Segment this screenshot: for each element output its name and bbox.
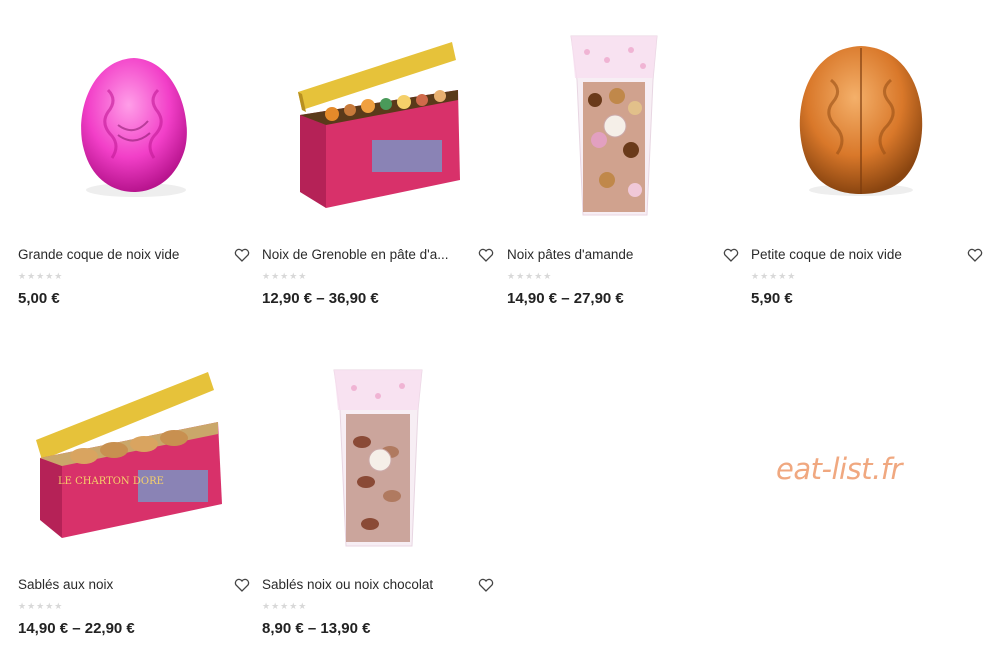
product-price: 14,90 € – 27,90 € xyxy=(507,290,624,307)
svg-text:LE CHARTON DORE: LE CHARTON DORE xyxy=(58,476,164,487)
rating-stars: ★★★★★ xyxy=(262,602,308,612)
heart-icon[interactable] xyxy=(234,578,250,592)
rating-stars: ★★★★★ xyxy=(18,602,64,612)
heart-icon[interactable] xyxy=(967,248,983,262)
product-title[interactable]: Noix pâtes d'amande xyxy=(507,247,633,262)
heart-icon[interactable] xyxy=(478,248,494,262)
product-card[interactable]: Sablés noix ou noix chocolat ★★★★★ 8,90 … xyxy=(262,352,494,637)
product-card[interactable]: Noix pâtes d'amande ★★★★★ 14,90 € – 27,9… xyxy=(507,22,739,307)
product-image[interactable] xyxy=(507,22,739,237)
rating-stars: ★★★★★ xyxy=(751,272,797,282)
pink-tin-box-open-icon xyxy=(298,41,460,208)
product-image[interactable] xyxy=(751,22,983,237)
cookie-bag-icon xyxy=(333,369,423,546)
product-image[interactable] xyxy=(18,22,250,237)
candy-bag-icon xyxy=(570,35,658,215)
product-price: 12,90 € – 36,90 € xyxy=(262,290,379,307)
product-title[interactable]: Sablés noix ou noix chocolat xyxy=(262,577,433,592)
product-title[interactable]: Petite coque de noix vide xyxy=(751,247,902,262)
product-title[interactable]: Grande coque de noix vide xyxy=(18,247,179,262)
heart-icon[interactable] xyxy=(478,578,494,592)
product-title[interactable]: Sablés aux noix xyxy=(18,577,113,592)
rating-stars: ★★★★★ xyxy=(262,272,308,282)
pink-walnut-shell-icon xyxy=(81,57,187,197)
pink-tin-box-cookies-icon: LE CHARTON DORE xyxy=(36,371,222,538)
watermark: eat-list.fr xyxy=(776,452,902,486)
product-price: 5,00 € xyxy=(18,290,60,307)
orange-walnut-shell-icon xyxy=(799,45,923,196)
product-card[interactable]: Petite coque de noix vide ★★★★★ 5,90 € xyxy=(751,22,983,307)
rating-stars: ★★★★★ xyxy=(18,272,64,282)
product-grid: Grande coque de noix vide ★★★★★ 5,00 € N… xyxy=(0,0,989,656)
heart-icon[interactable] xyxy=(234,248,250,262)
product-image[interactable] xyxy=(262,22,494,237)
product-card[interactable]: Grande coque de noix vide ★★★★★ 5,00 € xyxy=(18,22,250,307)
rating-stars: ★★★★★ xyxy=(507,272,553,282)
product-image[interactable] xyxy=(262,352,494,567)
product-image[interactable]: LE CHARTON DORE xyxy=(18,352,250,567)
product-price: 5,90 € xyxy=(751,290,793,307)
product-card[interactable]: Noix de Grenoble en pâte d'a... ★★★★★ 12… xyxy=(262,22,494,307)
product-price: 14,90 € – 22,90 € xyxy=(18,620,135,637)
product-card[interactable]: LE CHARTON DORE Sablés aux noix ★★★★★ 14… xyxy=(18,352,250,637)
product-title[interactable]: Noix de Grenoble en pâte d'a... xyxy=(262,247,448,262)
heart-icon[interactable] xyxy=(723,248,739,262)
product-price: 8,90 € – 13,90 € xyxy=(262,620,371,637)
